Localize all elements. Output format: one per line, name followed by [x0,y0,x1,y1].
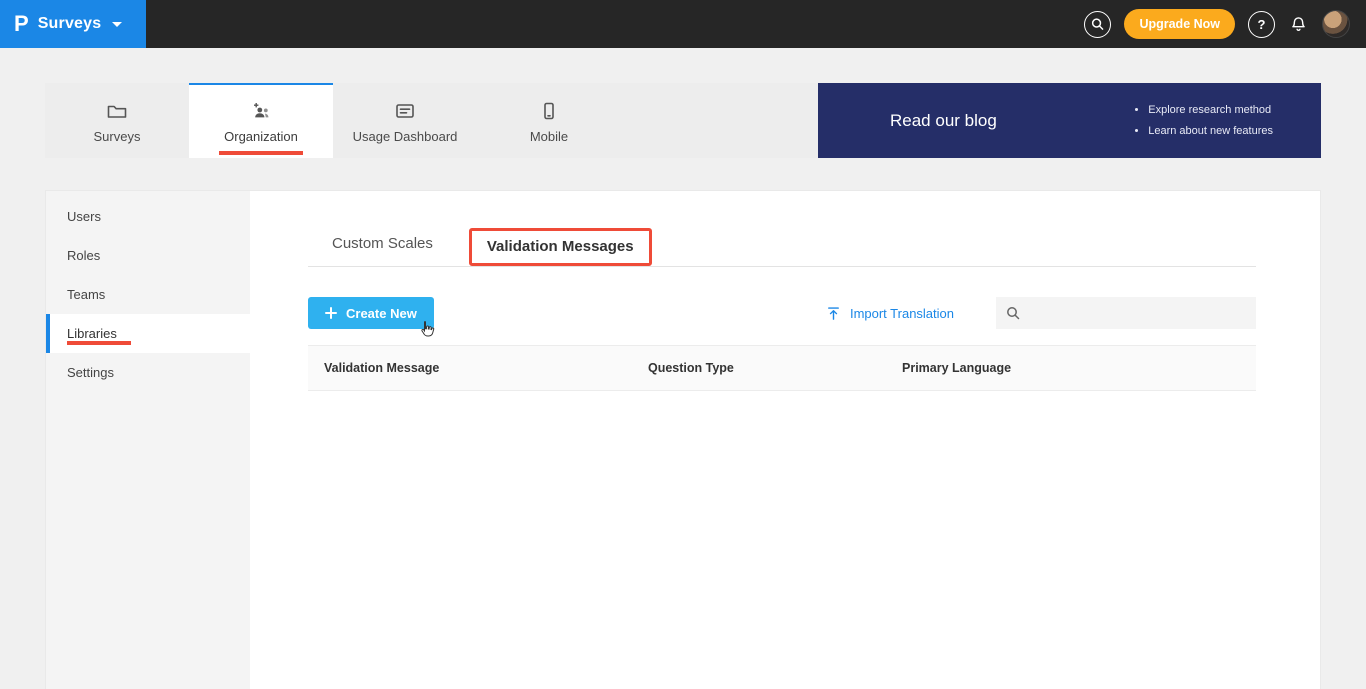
column-header-question-type: Question Type [648,361,734,375]
user-avatar[interactable] [1322,10,1350,38]
import-translation-label: Import Translation [849,305,954,321]
sidebar-item-label: Teams [67,287,106,302]
notifications-button[interactable] [1288,14,1309,35]
sidebar-item-users[interactable]: Users [46,197,250,236]
blog-bullet-list: Explore research method Learn about new … [1132,100,1273,142]
sidebar-item-roles[interactable]: Roles [46,236,250,275]
library-tabs: Custom Scales Validation Messages [308,221,1256,267]
app-switcher[interactable]: P Surveys [0,0,146,48]
sidebar-item-teams[interactable]: Teams [46,275,250,314]
table-header-row: Validation Message Question Type Primary… [308,345,1256,391]
chevron-down-icon [112,21,123,27]
mobile-icon [544,102,554,120]
list-toolbar: Create New Import Translation [308,297,1256,337]
primary-nav: Surveys Organization Usage Dashboard Mob… [45,83,1321,158]
create-new-label: Create New [346,305,417,321]
product-name: Surveys [37,15,102,32]
question-mark-icon: ? [1257,16,1266,32]
topbar-actions: Upgrade Now ? [1084,9,1366,39]
nav-tab-surveys[interactable]: Surveys [45,83,189,158]
folder-icon [107,105,127,118]
add-people-icon [254,103,269,118]
brand-logo: P [14,11,29,36]
main-panel: Users Roles Teams Libraries Settings Cus… [45,190,1321,689]
dashboard-icon [396,104,414,118]
sidebar-item-label: Libraries [67,326,117,341]
blog-bullet: Learn about new features [1148,121,1273,142]
nav-tab-mobile[interactable]: Mobile [477,83,621,158]
sidebar-item-libraries[interactable]: Libraries [46,314,250,353]
nav-tab-label: Organization [224,129,298,144]
nav-tab-label: Surveys [93,129,141,144]
help-button[interactable]: ? [1248,10,1275,38]
blog-bullet: Explore research method [1148,100,1273,121]
import-translation-link[interactable]: Import Translation [820,305,960,322]
search-button[interactable] [1084,10,1112,38]
search-icon [1007,307,1020,320]
bell-icon [1292,16,1305,31]
nav-tab-label: Mobile [529,129,569,144]
blog-title: Read our blog [890,110,997,130]
table-search [996,297,1256,329]
annotation-underline-organization [219,151,303,155]
column-header-validation-message: Validation Message [324,361,440,375]
sidebar-item-label: Roles [67,248,101,263]
sidebar-item-label: Users [67,209,101,224]
column-header-primary-language: Primary Language [902,361,1012,375]
search-icon [1092,18,1104,30]
search-input[interactable] [1028,304,1246,322]
sidebar-item-label: Settings [67,365,114,380]
sidebar-item-settings[interactable]: Settings [46,353,250,392]
blog-banner[interactable]: Read our blog Explore research method Le… [818,83,1321,158]
primary-nav-tabs: Surveys Organization Usage Dashboard Mob… [45,83,621,158]
settings-sidebar: Users Roles Teams Libraries Settings [46,191,250,689]
import-icon [828,306,839,320]
upgrade-now-button[interactable]: Upgrade Now [1124,9,1235,39]
annotation-box-validation-messages: Validation Messages [468,227,652,266]
nav-tab-usage-dashboard[interactable]: Usage Dashboard [333,83,477,158]
libraries-content: Custom Scales Validation Messages Create… [250,191,1320,689]
annotation-underline-libraries [67,341,131,345]
plus-icon [325,307,337,319]
nav-tab-organization[interactable]: Organization [189,83,333,158]
tab-validation-messages[interactable]: Validation Messages [487,238,634,255]
create-new-button[interactable]: Create New [308,297,434,329]
top-bar: P Surveys Upgrade Now ? [0,0,1366,48]
nav-tab-label: Usage Dashboard [352,129,458,144]
tab-custom-scales[interactable]: Custom Scales [332,235,433,252]
